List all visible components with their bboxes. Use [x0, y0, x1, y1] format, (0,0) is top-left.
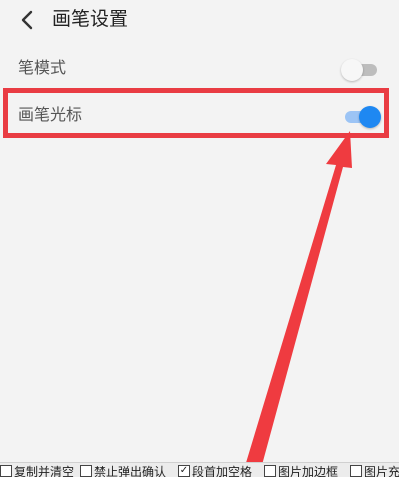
checkbox: [0, 465, 12, 477]
chevron-left-icon[interactable]: [16, 8, 40, 32]
option-label: 禁止弹出确认: [94, 465, 167, 477]
checkbox-checked-icon: ✓: [178, 465, 190, 477]
checkbox: [264, 465, 276, 477]
setting-row-pen-cursor: 画笔光标: [0, 95, 399, 135]
option-indent[interactable]: ✓ 段首加空格: [178, 465, 252, 477]
option-label: 复制并清空: [14, 465, 75, 477]
option-label: 段首加空格: [192, 465, 253, 477]
option-image-border[interactable]: 图片加边框: [264, 465, 338, 477]
page-title: 画笔设置: [52, 8, 129, 30]
option-no-confirm[interactable]: 禁止弹出确认: [80, 465, 166, 477]
option-image-fill[interactable]: 图片充: [350, 465, 399, 477]
setting-row-pen-mode: 笔模式: [0, 48, 399, 88]
pen-cursor-toggle[interactable]: [341, 105, 381, 128]
pen-mode-toggle[interactable]: [341, 58, 381, 81]
setting-label-pen-cursor: 画笔光标: [18, 105, 83, 124]
checkbox: [350, 465, 362, 477]
checkbox: [80, 465, 92, 477]
toggle-knob: [359, 106, 381, 128]
setting-label-pen-mode: 笔模式: [18, 58, 67, 77]
option-label: 图片加边框: [278, 465, 339, 477]
option-copy-clear[interactable]: 复制并清空: [0, 465, 74, 477]
toggle-knob: [341, 59, 363, 81]
bottom-options-strip: 复制并清空 禁止弹出确认 ✓ 段首加空格 图片加边框 图片充: [0, 462, 399, 477]
option-label: 图片充: [364, 465, 399, 477]
header-bar: 画笔设置: [0, 0, 399, 40]
